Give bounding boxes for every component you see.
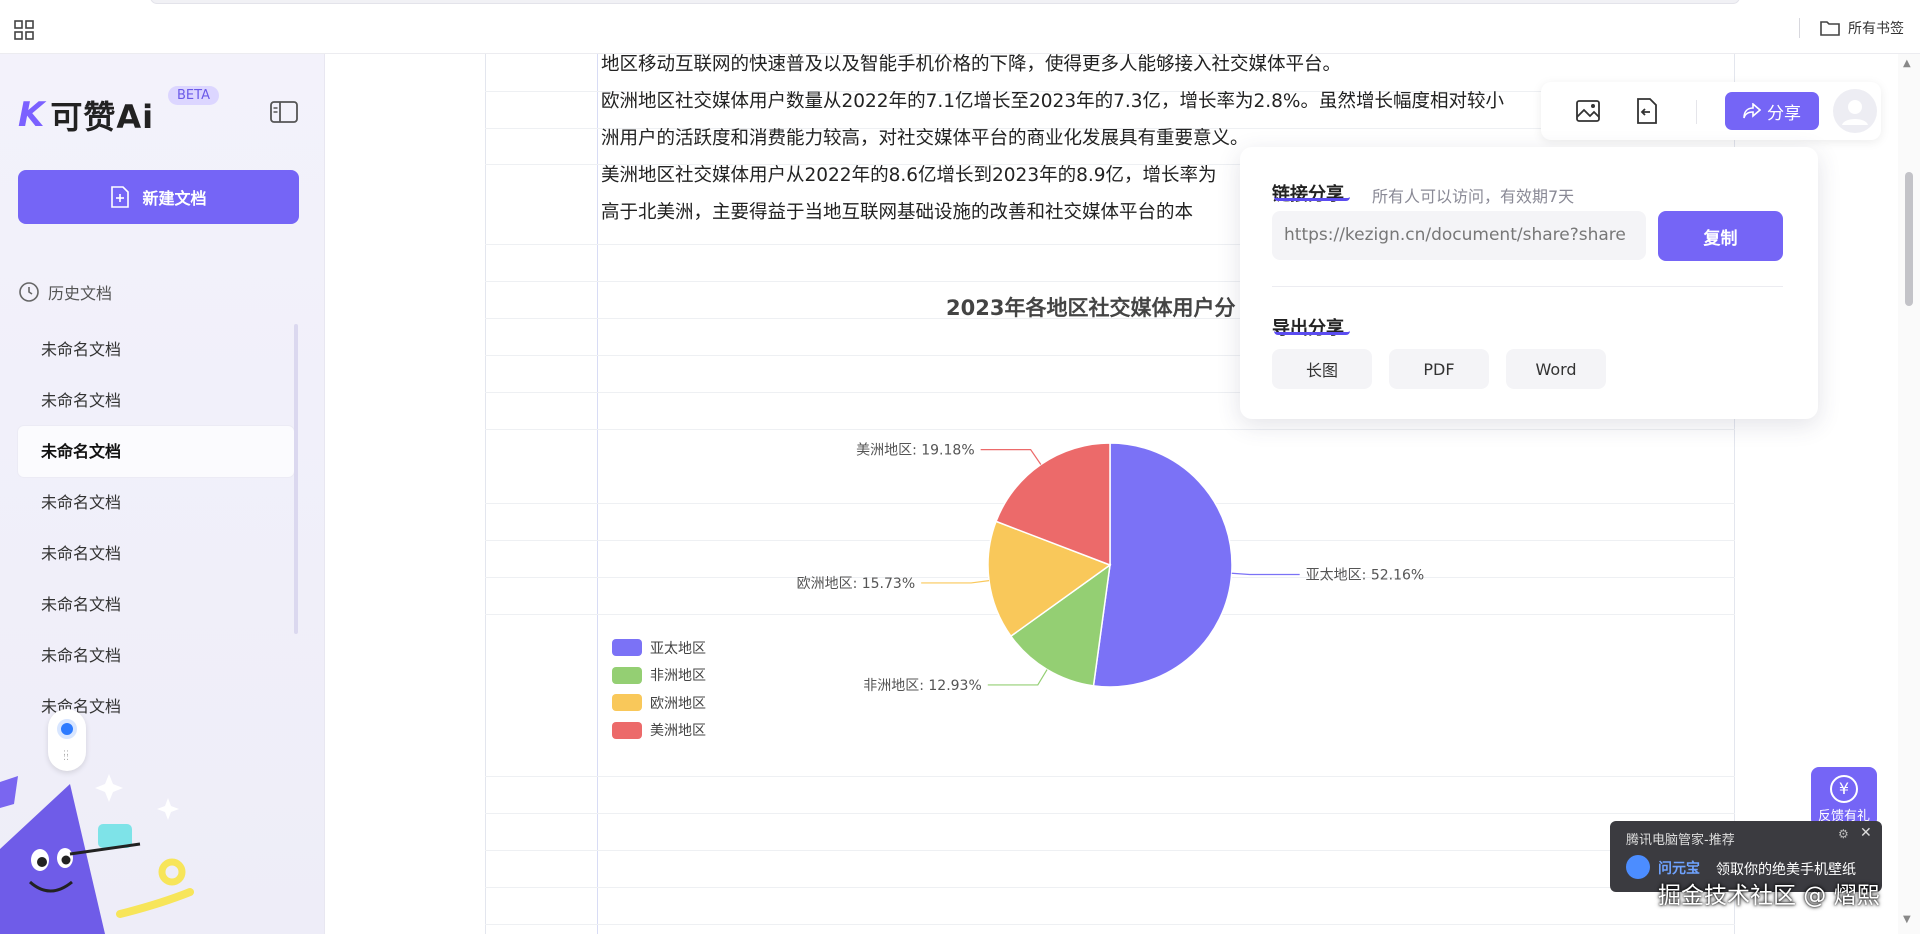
bookmarks-divider [1799,18,1800,38]
legend-item[interactable]: 非洲地区 [612,662,706,690]
bookmarks-label: 所有书签 [1848,21,1904,37]
all-bookmarks-button[interactable]: 所有书签 [1799,18,1904,38]
legend-label: 非洲地区 [650,668,706,685]
chart-title: 2023年各地区社交媒体用户分 [946,296,1236,320]
history-label: 历史文档 [48,284,113,303]
pie-data-label: 欧洲地区: 15.73% [797,576,916,592]
row-line [485,887,1735,888]
pie-data-label: 美洲地区: 19.18% [856,443,975,459]
close-icon[interactable]: ✕ [1860,825,1872,841]
history-doc-item[interactable]: 未命名文档 [18,324,294,375]
image-icon[interactable] [1575,97,1603,125]
legend-item[interactable]: 欧洲地区 [612,689,706,717]
page-scrollbar[interactable]: ▲ ▼ [1898,54,1920,934]
sidebar-collapse-icon[interactable] [270,101,298,123]
sidebar: K 可赞Ai BETA 新建文档 历史文档 未命名文档 未命名文档 未命名文档 未命名… [0,54,325,934]
watermark: 掘金技术社区 @ 熠熙 [1658,883,1880,909]
feedback-button[interactable]: ¥ 反馈有礼 [1811,767,1877,827]
row-line [485,813,1735,814]
history-doc-list: 未命名文档 未命名文档 未命名文档 未命名文档 未命名文档 未命名文档 未命名文档 未命名文档 [18,324,294,732]
beta-badge: BETA [168,86,219,105]
legend-label: 欧洲地区 [650,695,706,712]
logo-text: 可赞Ai [50,98,155,136]
history-doc-item[interactable]: 未命名文档 [18,375,294,426]
history-doc-item[interactable]: 未命名文档 [18,528,294,579]
scroll-thumb[interactable] [1905,172,1913,306]
yen-icon: ¥ [1830,775,1858,803]
copy-link-button[interactable]: 复制 [1658,211,1783,261]
paragraph-line[interactable]: 地区移动互联网的快速普及以及智能手机价格的下降，使得更多人能够接入社交媒体平台。 [601,50,1341,76]
pie-leader-line [1231,572,1300,576]
export-share-title: 导出分享 [1272,318,1344,339]
row-line [485,850,1735,851]
page-margin-left [485,54,486,934]
export-pdf-button[interactable]: PDF [1389,349,1489,389]
legend-swatch [612,639,642,657]
share-link-field[interactable] [1272,211,1646,260]
history-doc-item[interactable]: 未命名文档 [18,630,294,681]
share-icon [1743,103,1761,119]
new-document-label: 新建文档 [142,189,207,208]
legend-swatch [612,694,642,712]
user-icon [1842,100,1868,125]
pie-data-label: 非洲地区: 12.93% [863,678,982,694]
history-section-title: 历史文档 [18,280,112,304]
chart-legend: 亚太地区非洲地区欧洲地区美洲地区 [612,634,706,744]
legend-item[interactable]: 美洲地区 [612,717,706,745]
new-file-icon [111,186,130,208]
history-doc-item[interactable]: 未命名文档 [18,579,294,630]
apps-grid-icon[interactable] [14,20,34,40]
pie-data-label: 亚太地区: 52.16% [1306,567,1425,583]
pie-leader-line [987,669,1048,686]
legend-item[interactable]: 亚太地区 [612,634,706,662]
legend-swatch [612,666,642,684]
folder-icon [1820,21,1840,36]
top-bar: 所有书签 [0,0,1920,54]
mascot-illustration [0,774,194,934]
pie-slice[interactable] [1092,442,1233,688]
toast-title: 腾讯电脑管家-推荐 [1626,833,1735,848]
settings-icon[interactable]: ⚙ [1838,827,1849,841]
title-underline [1274,331,1350,335]
legend-label: 亚太地区 [650,640,706,657]
row-line [485,776,1735,777]
export-word-button[interactable]: Word [1506,349,1606,389]
new-document-button[interactable]: 新建文档 [18,170,299,224]
pie-chart[interactable]: 亚太地区: 52.16% 非洲地区: 12.93% 欧洲地区: 15.73% 美洲地区… [780,420,1440,720]
pie-leader-line [980,449,1042,465]
paragraph-line[interactable]: 美洲地区社交媒体用户从2022年的8.6亿增长到2023年的8.9亿，增长率为 [601,161,1217,187]
link-share-title: 链接分享 [1272,184,1344,205]
share-label: 分享 [1767,103,1801,124]
assistant-dot-icon [57,719,77,739]
bot-icon [1626,855,1650,879]
paragraph-line[interactable]: 高于北美洲，主要得益于当地互联网基础设施的改善和社交媒体平台的本 [601,198,1193,224]
share-popover: 链接分享 所有人可以访问，有效期7天 复制 导出分享 长图 PDF Word [1240,147,1818,419]
export-long-image-button[interactable]: 长图 [1272,349,1372,389]
address-pill [150,0,1740,4]
app-logo[interactable]: K 可赞Ai [18,92,154,138]
scroll-down-icon[interactable]: ▼ [1903,914,1911,925]
history-doc-item[interactable]: 未命名文档 [18,477,294,528]
legend-swatch [612,721,642,739]
row-line [485,924,1735,925]
avatar[interactable] [1833,89,1877,133]
popover-divider [1272,286,1783,287]
logo-mark: K [18,95,45,135]
document-toolbar: 分享 [1541,82,1881,140]
title-underline [1274,197,1350,201]
scroll-up-icon[interactable]: ▲ [1903,58,1911,69]
paragraph-line[interactable]: 欧洲地区社交媒体用户数量从2022年的7.1亿增长至2023年的7.3亿，增长率… [601,87,1504,113]
link-share-hint: 所有人可以访问，有效期7天 [1372,187,1575,206]
pie-leader-line [921,580,990,584]
text-margin-line [597,54,598,934]
toolbar-separator [1696,100,1697,124]
share-button[interactable]: 分享 [1725,92,1819,130]
toast-brand[interactable]: 问元宝 [1658,858,1700,878]
legend-label: 美洲地区 [650,723,706,740]
paragraph-line[interactable]: 洲用户的活跃度和消费能力较高，对社交媒体平台的商业化发展具有重要意义。 [601,124,1249,150]
export-icon[interactable] [1632,97,1660,125]
history-scrollbar[interactable] [294,324,298,634]
history-clock-icon [19,282,39,302]
history-doc-item[interactable]: 未命名文档 [18,426,294,477]
